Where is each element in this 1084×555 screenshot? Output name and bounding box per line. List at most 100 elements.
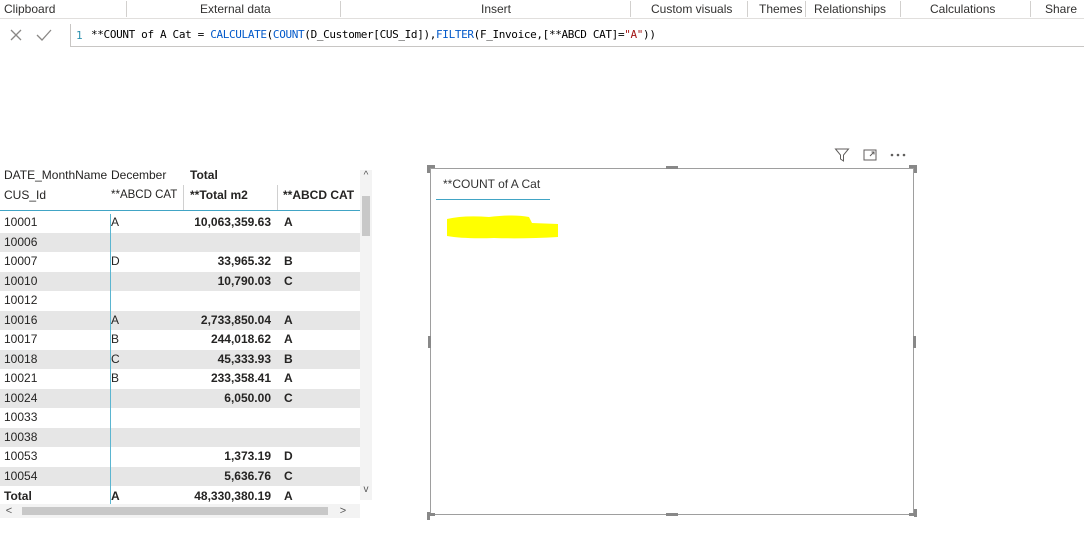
table-row[interactable]: 10016 A 2,733,850.04 A xyxy=(0,310,360,330)
cell-abcd-cat: A xyxy=(111,215,120,229)
cell-cus-id: 10006 xyxy=(4,234,38,249)
visual-header xyxy=(832,145,914,165)
table-row[interactable]: 10017 B 244,018.62 A xyxy=(0,330,360,350)
cell-abcd-cat xyxy=(111,272,171,292)
cell-abcd-cat: B xyxy=(111,371,120,385)
cell-cus-id: 10007 xyxy=(4,254,38,268)
resize-handle[interactable] xyxy=(913,336,916,348)
cancel-formula-button[interactable] xyxy=(4,24,28,46)
dax-count-args: (D_Customer[CUS_Id]), xyxy=(304,28,437,41)
horizontal-scroll-thumb[interactable] xyxy=(22,507,328,515)
ribbon-group-share: Share xyxy=(1045,2,1078,16)
table-row[interactable]: 10010 10,790.03 C xyxy=(0,271,360,292)
cell-cus-id: 10010 xyxy=(4,273,38,288)
header-abcd-cat-total[interactable]: **ABCD CAT xyxy=(283,185,359,205)
cell-cus-id: 10001 xyxy=(4,215,38,229)
cell-abcd-cat-total: A xyxy=(284,332,293,346)
cell-total-m2: 10,063,359.63 xyxy=(194,215,271,229)
horizontal-scrollbar[interactable]: < > xyxy=(0,504,360,518)
cell-abcd-cat xyxy=(111,447,171,467)
cell-abcd-cat: C xyxy=(111,351,120,366)
scroll-up-icon[interactable]: ^ xyxy=(360,170,372,182)
table-row[interactable]: 10024 6,050.00 C xyxy=(0,388,360,409)
cell-cus-id: 10016 xyxy=(4,312,38,327)
cell-abcd-cat-total: C xyxy=(284,468,293,483)
resize-handle[interactable] xyxy=(666,166,678,169)
column-header-row: DATE_MonthName December Total xyxy=(0,165,360,185)
cell-abcd-cat-total xyxy=(284,408,314,428)
table-row[interactable]: 10001 A 10,063,359.63 A xyxy=(0,213,360,233)
resize-handle[interactable] xyxy=(914,509,917,517)
filter-icon xyxy=(834,148,850,162)
dax-paren-close: )) xyxy=(643,28,656,41)
dax-filter-args: (F_Invoice,[**ABCD CAT]= xyxy=(473,28,625,41)
ribbon-group-themes: Themes xyxy=(759,2,803,16)
cell-abcd-cat xyxy=(111,389,171,409)
cell-cus-id: 10012 xyxy=(4,293,38,307)
cell-abcd-cat: B xyxy=(111,332,120,346)
cell-abcd-cat-total: C xyxy=(284,273,293,288)
table-row[interactable]: 10007 D 33,965.32 B xyxy=(0,252,360,272)
resize-handle[interactable] xyxy=(666,513,678,516)
cell-cus-id: 10018 xyxy=(4,351,38,366)
column-header-row: CUS_Id **ABCD CAT **Total m2 **ABCD CAT xyxy=(0,185,360,205)
cell-total-m2: 5,636.76 xyxy=(224,468,271,483)
table-row[interactable]: 10038 xyxy=(0,427,360,448)
filter-button[interactable] xyxy=(832,146,852,164)
vertical-scroll-thumb[interactable] xyxy=(362,196,370,236)
header-december[interactable]: December xyxy=(111,165,181,185)
resize-handle[interactable] xyxy=(427,513,435,516)
scroll-right-icon[interactable]: > xyxy=(336,504,350,518)
ribbon-group-custom-visuals: Custom visuals xyxy=(651,2,733,16)
cell-abcd-cat-total xyxy=(284,233,314,253)
cell-total-m2 xyxy=(184,408,271,428)
cell-abcd-cat-total: C xyxy=(284,390,293,405)
table-row[interactable]: 10033 xyxy=(0,408,360,428)
dax-function-filter: FILTER xyxy=(436,28,474,41)
matrix-visual[interactable]: DATE_MonthName December Total CUS_Id **A… xyxy=(0,160,372,520)
cell-abcd-cat-total xyxy=(284,291,314,311)
commit-formula-button[interactable] xyxy=(32,24,56,46)
cell-cus-id: 10054 xyxy=(4,468,38,483)
scroll-left-icon[interactable]: < xyxy=(2,504,16,518)
table-row[interactable]: 10012 xyxy=(0,291,360,311)
resize-handle[interactable] xyxy=(427,165,430,173)
header-total[interactable]: Total xyxy=(190,165,250,185)
card-value-highlight xyxy=(447,215,558,239)
cell-cus-id: 10038 xyxy=(4,429,38,444)
header-month-name[interactable]: DATE_MonthName xyxy=(4,165,108,185)
resize-handle[interactable] xyxy=(914,165,917,173)
header-total-m2[interactable]: **Total m2 xyxy=(190,185,276,205)
card-visual[interactable]: **COUNT of A Cat xyxy=(427,165,917,520)
ribbon-divider xyxy=(630,1,631,17)
formula-line-number: 1 xyxy=(76,29,83,42)
focus-mode-icon xyxy=(863,149,877,161)
cell-abcd-cat xyxy=(111,428,171,448)
cell-abcd-cat: D xyxy=(111,254,120,268)
cell-abcd-cat-total: A xyxy=(284,371,293,385)
check-icon xyxy=(36,29,52,41)
cell-total-m2 xyxy=(184,233,271,253)
table-row[interactable]: 10018 C 45,333.93 B xyxy=(0,349,360,369)
table-row[interactable]: 10021 B 233,358.41 A xyxy=(0,369,360,389)
header-divider xyxy=(183,185,184,211)
header-abcd-cat[interactable]: **ABCD CAT xyxy=(111,185,181,205)
cell-abcd-cat-total xyxy=(284,428,314,448)
focus-mode-button[interactable] xyxy=(860,146,880,164)
cell-total-m2: 233,358.41 xyxy=(210,371,271,385)
card-title: **COUNT of A Cat xyxy=(443,177,541,191)
table-row[interactable]: 10053 1,373.19 D xyxy=(0,447,360,467)
cell-abcd-cat: A xyxy=(111,312,120,327)
table-row[interactable]: 10054 5,636.76 C xyxy=(0,466,360,486)
resize-handle[interactable] xyxy=(428,336,431,348)
formula-editor[interactable]: **COUNT of A Cat = CALCULATE(COUNT(D_Cus… xyxy=(91,28,656,41)
more-options-button[interactable] xyxy=(888,146,908,164)
table-row[interactable]: 10006 xyxy=(0,232,360,253)
column-divider xyxy=(110,214,111,514)
cell-cus-id: 10033 xyxy=(4,410,38,424)
cell-total-m2: 45,333.93 xyxy=(217,351,271,366)
ribbon-divider xyxy=(1030,1,1031,17)
vertical-scrollbar[interactable]: ^ v xyxy=(360,170,372,500)
scroll-down-icon[interactable]: v xyxy=(360,484,372,496)
header-cus-id[interactable]: CUS_Id xyxy=(4,185,108,205)
